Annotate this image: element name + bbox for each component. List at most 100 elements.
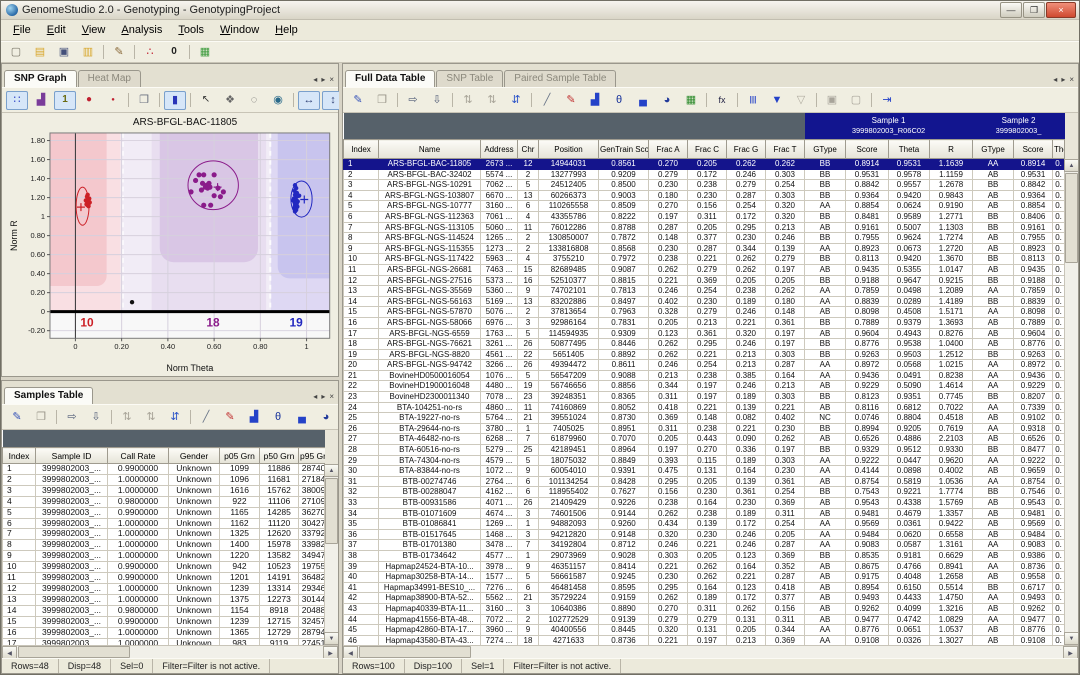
- zero-count-button[interactable]: 0: [163, 43, 185, 62]
- histogram-plot-icon[interactable]: ▟: [243, 408, 265, 427]
- export-data-icon[interactable]: ⇨: [61, 408, 83, 427]
- pie-chart-icon[interactable]: ◕: [315, 408, 337, 427]
- line-plot-icon[interactable]: ╱: [195, 408, 217, 427]
- regression-plot-icon[interactable]: ✎: [560, 91, 582, 110]
- column-header[interactable]: Address: [481, 140, 518, 159]
- open-folder-icon[interactable]: ▥: [77, 43, 99, 62]
- pointer-tool-icon[interactable]: ↖: [195, 91, 217, 110]
- column-header[interactable]: Theta: [889, 140, 930, 159]
- tab-full-data-table[interactable]: Full Data Table: [345, 70, 435, 87]
- column-header[interactable]: Frac T: [766, 140, 805, 159]
- table-row[interactable]: 37BTB-017013803478 ...7341928040.87120.2…: [344, 540, 1065, 551]
- theta-plot-icon[interactable]: θ: [267, 408, 289, 427]
- table-row[interactable]: 13999802003_...0.9900000Unknown109911886…: [3, 464, 326, 475]
- import-data-icon[interactable]: ⇩: [426, 91, 448, 110]
- table-row[interactable]: 6ARS-BFGL-NGS-1123637061 ...4433557860.8…: [344, 211, 1065, 222]
- column-header[interactable]: Call Rate: [108, 448, 169, 464]
- table-row[interactable]: 42Hapmap38900-BTA-52...5562 ...213572922…: [344, 593, 1065, 604]
- column-header[interactable]: Index: [3, 448, 36, 464]
- scroll-down-icon[interactable]: ▼: [1064, 632, 1078, 645]
- fit-horizontal-icon[interactable]: ↔: [298, 91, 320, 110]
- unlock-icon[interactable]: ▢: [845, 91, 867, 110]
- column-header[interactable]: p95 Grn: [299, 448, 326, 464]
- tab-next-icon[interactable]: ▸: [1061, 75, 1065, 84]
- table-row[interactable]: 38BTB-017346424577 ...1290739690.90280.3…: [344, 550, 1065, 561]
- filter-clear-icon[interactable]: ▽: [790, 91, 812, 110]
- sort-descending-icon[interactable]: ⇅: [140, 408, 162, 427]
- column-header[interactable]: p05 Grn: [220, 448, 260, 464]
- copy-cells-icon[interactable]: ❐: [371, 91, 393, 110]
- table-row[interactable]: 163999802003_...1.0000000Unknown13651272…: [3, 627, 326, 638]
- column-header[interactable]: Gender: [169, 448, 220, 464]
- column-header[interactable]: Theta: [1053, 140, 1065, 159]
- tab-heat-map[interactable]: Heat Map: [78, 70, 141, 87]
- column-header[interactable]: Frac A: [649, 140, 688, 159]
- copy-graph-icon[interactable]: ❐: [133, 91, 155, 110]
- line-plot-icon[interactable]: ╱: [536, 91, 558, 110]
- scroll-track[interactable]: [471, 646, 1063, 658]
- filter-icon[interactable]: ▼: [766, 91, 788, 110]
- pan-tool-icon[interactable]: ❖: [219, 91, 241, 110]
- close-button[interactable]: ×: [1046, 2, 1076, 18]
- menu-view[interactable]: View: [74, 22, 114, 38]
- table-row[interactable]: 23999802003_...1.0000000Unknown109611681…: [3, 474, 326, 485]
- column-header[interactable]: Score: [1014, 140, 1053, 159]
- lock-icon[interactable]: ▣: [821, 91, 843, 110]
- table-row[interactable]: 35BTB-010868411269 ...1948820930.92600.4…: [344, 519, 1065, 530]
- panel-close-icon[interactable]: ×: [1069, 75, 1074, 84]
- table-row[interactable]: 20ARS-BFGL-NGS-947423266 ...26493944720.…: [344, 360, 1065, 371]
- sort-descending-icon[interactable]: ⇅: [481, 91, 503, 110]
- bar-plot-icon[interactable]: ▄: [632, 91, 654, 110]
- table-row[interactable]: 2ARS-BFGL-BAC-324025574 ...2132779930.92…: [344, 169, 1065, 180]
- project-wizard-icon[interactable]: ✎: [108, 43, 130, 62]
- sort-ascending-icon[interactable]: ⇅: [457, 91, 479, 110]
- new-project-icon[interactable]: ▢: [5, 43, 27, 62]
- table-row[interactable]: 31BTB-002747462764 ...61011342540.84280.…: [344, 476, 1065, 487]
- table-row[interactable]: 173999802003_...1.0000000Unknown98391192…: [3, 638, 326, 645]
- tab-paired-sample-table[interactable]: Paired Sample Table: [504, 70, 616, 87]
- table-row[interactable]: 13ARS-BFGL-NGS-355695360 ...9747021010.7…: [344, 286, 1065, 297]
- table-row[interactable]: 93999802003_...1.0000000Unknown122013582…: [3, 551, 326, 562]
- table-row[interactable]: 25BTA-19227-no-rs5764 ...21395510240.873…: [344, 413, 1065, 424]
- table-row[interactable]: 83999802003_...1.0000000Unknown140015978…: [3, 540, 326, 551]
- table-row[interactable]: 19ARS-BFGL-NGS-88204561 ...2256514050.88…: [344, 349, 1065, 360]
- histogram-mode-icon[interactable]: ▟: [30, 91, 52, 110]
- column-header[interactable]: Sample ID: [36, 448, 108, 464]
- table-row[interactable]: 10ARS-BFGL-NGS-1174225963 ...437552100.7…: [344, 254, 1065, 265]
- lasso-tool-icon[interactable]: ◌: [243, 91, 265, 110]
- column-header[interactable]: Frac G: [727, 140, 766, 159]
- import-data-icon[interactable]: ⇩: [85, 408, 107, 427]
- table-row[interactable]: 12ARS-BFGL-NGS-275165373 ...16525103770.…: [344, 275, 1065, 286]
- full-data-grid[interactable]: Sample 13999802003_R06C02Sample 23999802…: [343, 113, 1065, 645]
- sort-ascending-icon[interactable]: ⇅: [116, 408, 138, 427]
- table-row[interactable]: 21BovineHD05000160541076 ...5565472090.9…: [344, 370, 1065, 381]
- table-row[interactable]: 14ARS-BFGL-NGS-561635169 ...13832028860.…: [344, 296, 1065, 307]
- sort-az-icon[interactable]: ⇵: [164, 408, 186, 427]
- menu-file[interactable]: File: [5, 22, 39, 38]
- snp-scatter-plot[interactable]: 10181900.200.400.600.801-0.2000.200.400.…: [5, 128, 335, 374]
- table-row[interactable]: 29BTA-74304-no-rs4579 ...5180750320.8849…: [344, 455, 1065, 466]
- histogram-plot-icon[interactable]: ▟: [584, 91, 606, 110]
- column-header[interactable]: p50 Grn: [260, 448, 299, 464]
- column-header[interactable]: Chr: [518, 140, 539, 159]
- table-row[interactable]: 39Hapmap24524-BTA-10...3978 ...946351157…: [344, 561, 1065, 572]
- table-row[interactable]: 53999802003_...0.9900000Unknown116514285…: [3, 507, 326, 518]
- table-row[interactable]: 7ARS-BFGL-NGS-1131055060 ...11760122860.…: [344, 222, 1065, 233]
- table-row[interactable]: 36BTB-015176451468 ...3942128200.91480.3…: [344, 529, 1065, 540]
- table-row[interactable]: 73999802003_...1.0000000Unknown132512620…: [3, 529, 326, 540]
- edit-cells-icon[interactable]: ✎: [347, 91, 369, 110]
- table-row[interactable]: 15ARS-BFGL-NGS-578705076 ...2378136540.7…: [344, 307, 1065, 318]
- full-vscrollbar[interactable]: ▲ ▼: [1064, 159, 1078, 645]
- table-row[interactable]: 18ARS-BFGL-NGS-766213261 ...26508774950.…: [344, 339, 1065, 350]
- table-row[interactable]: 123999802003_...1.0000000Unknown12391331…: [3, 583, 326, 594]
- table-row[interactable]: 5ARS-BFGL-NGS-107773160 ...61102655580.8…: [344, 201, 1065, 212]
- table-row[interactable]: 153999802003_...0.9900000Unknown12391271…: [3, 616, 326, 627]
- table-row[interactable]: 63999802003_...1.0000000Unknown116211120…: [3, 518, 326, 529]
- table-row[interactable]: 23BovineHD23000113407078 ...23392483510.…: [344, 392, 1065, 403]
- scroll-up-icon[interactable]: ▲: [324, 464, 338, 477]
- samples-vscrollbar[interactable]: ▲ ▼: [324, 464, 338, 645]
- edit-cells-icon[interactable]: ✎: [6, 408, 28, 427]
- theta-plot-icon[interactable]: θ: [608, 91, 630, 110]
- zoom-tool-icon[interactable]: ◉: [267, 91, 289, 110]
- maximize-button[interactable]: ❐: [1023, 2, 1045, 18]
